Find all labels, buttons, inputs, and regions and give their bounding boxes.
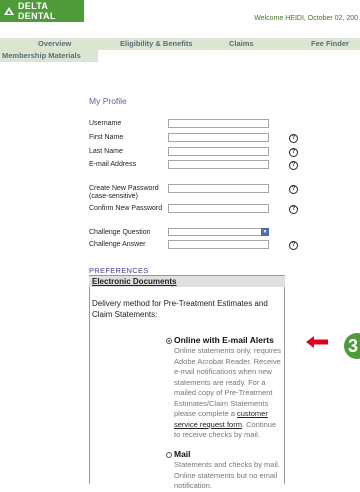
username-label: Username [89, 120, 122, 127]
username-field[interactable] [168, 119, 269, 128]
mail-description: Statements and checks by mail. Online st… [174, 460, 280, 490]
last-name-field[interactable] [168, 147, 269, 156]
email-help-icon[interactable]: ? [289, 161, 298, 170]
nav-overview[interactable]: Overview [38, 39, 71, 48]
delivery-method-text: Delivery method for Pre-Treatment Estima… [92, 299, 268, 319]
delta-dental-logo[interactable]: DELTA DENTAL [0, 0, 84, 22]
new-password-label: Create New Password [89, 185, 159, 192]
header: DELTA DENTAL Welcome HEIDI, October 02, … [0, 0, 360, 28]
red-arrow-icon [306, 336, 328, 348]
confirm-password-field[interactable] [168, 204, 269, 213]
new-password-sublabel: (case-sensitive) [89, 193, 139, 200]
email-label: E-mail Address [89, 161, 137, 168]
challenge-question-select[interactable]: ▼ [168, 228, 269, 236]
logo-text: DELTA DENTAL [18, 1, 56, 21]
online-email-alerts-description: Online statements only, requires Adobe A… [174, 346, 284, 441]
last-name-label: Last Name [89, 148, 123, 155]
delta-triangle-icon [4, 7, 14, 15]
challenge-answer-help-icon[interactable]: ? [289, 241, 298, 250]
challenge-question-label: Challenge Question [89, 229, 151, 236]
email-field[interactable] [168, 160, 269, 169]
profile-title: My Profile [89, 96, 127, 106]
first-name-help-icon[interactable]: ? [289, 134, 298, 143]
dropdown-arrow-icon[interactable]: ▼ [261, 228, 269, 236]
nav-eligibility-benefits[interactable]: Eligibility & Benefits [120, 39, 193, 48]
mail-label[interactable]: Mail [174, 449, 191, 459]
nav-membership-materials[interactable]: Membership Materials [0, 50, 98, 62]
welcome-message: Welcome HEIDI, October 02, 200 [254, 15, 358, 22]
nav-fee-finder[interactable]: Fee Finder [311, 39, 349, 48]
first-name-field[interactable] [168, 133, 269, 142]
electronic-documents-header: Electronic Documents [89, 276, 285, 287]
main-nav: Overview Eligibility & Benefits Claims F… [0, 38, 360, 50]
new-password-help-icon[interactable]: ? [289, 185, 298, 194]
mail-radio[interactable] [166, 452, 172, 458]
confirm-password-help-icon[interactable]: ? [289, 205, 298, 214]
confirm-password-label: Confirm New Password [89, 205, 163, 212]
online-email-alerts-label[interactable]: Online with E-mail Alerts [174, 335, 274, 345]
first-name-label: First Name [89, 134, 124, 141]
nav-claims[interactable]: Claims [229, 39, 254, 48]
last-name-help-icon[interactable]: ? [289, 148, 298, 157]
new-password-field[interactable] [168, 184, 269, 193]
challenge-answer-label: Challenge Answer [89, 241, 146, 248]
preferences-label: PREFERENCES [89, 266, 149, 275]
online-desc-text: Online statements only, requires Adobe A… [174, 346, 281, 418]
online-email-alerts-radio[interactable] [166, 338, 172, 344]
step-number-badge: 3 [344, 333, 360, 359]
challenge-answer-field[interactable] [168, 240, 269, 249]
